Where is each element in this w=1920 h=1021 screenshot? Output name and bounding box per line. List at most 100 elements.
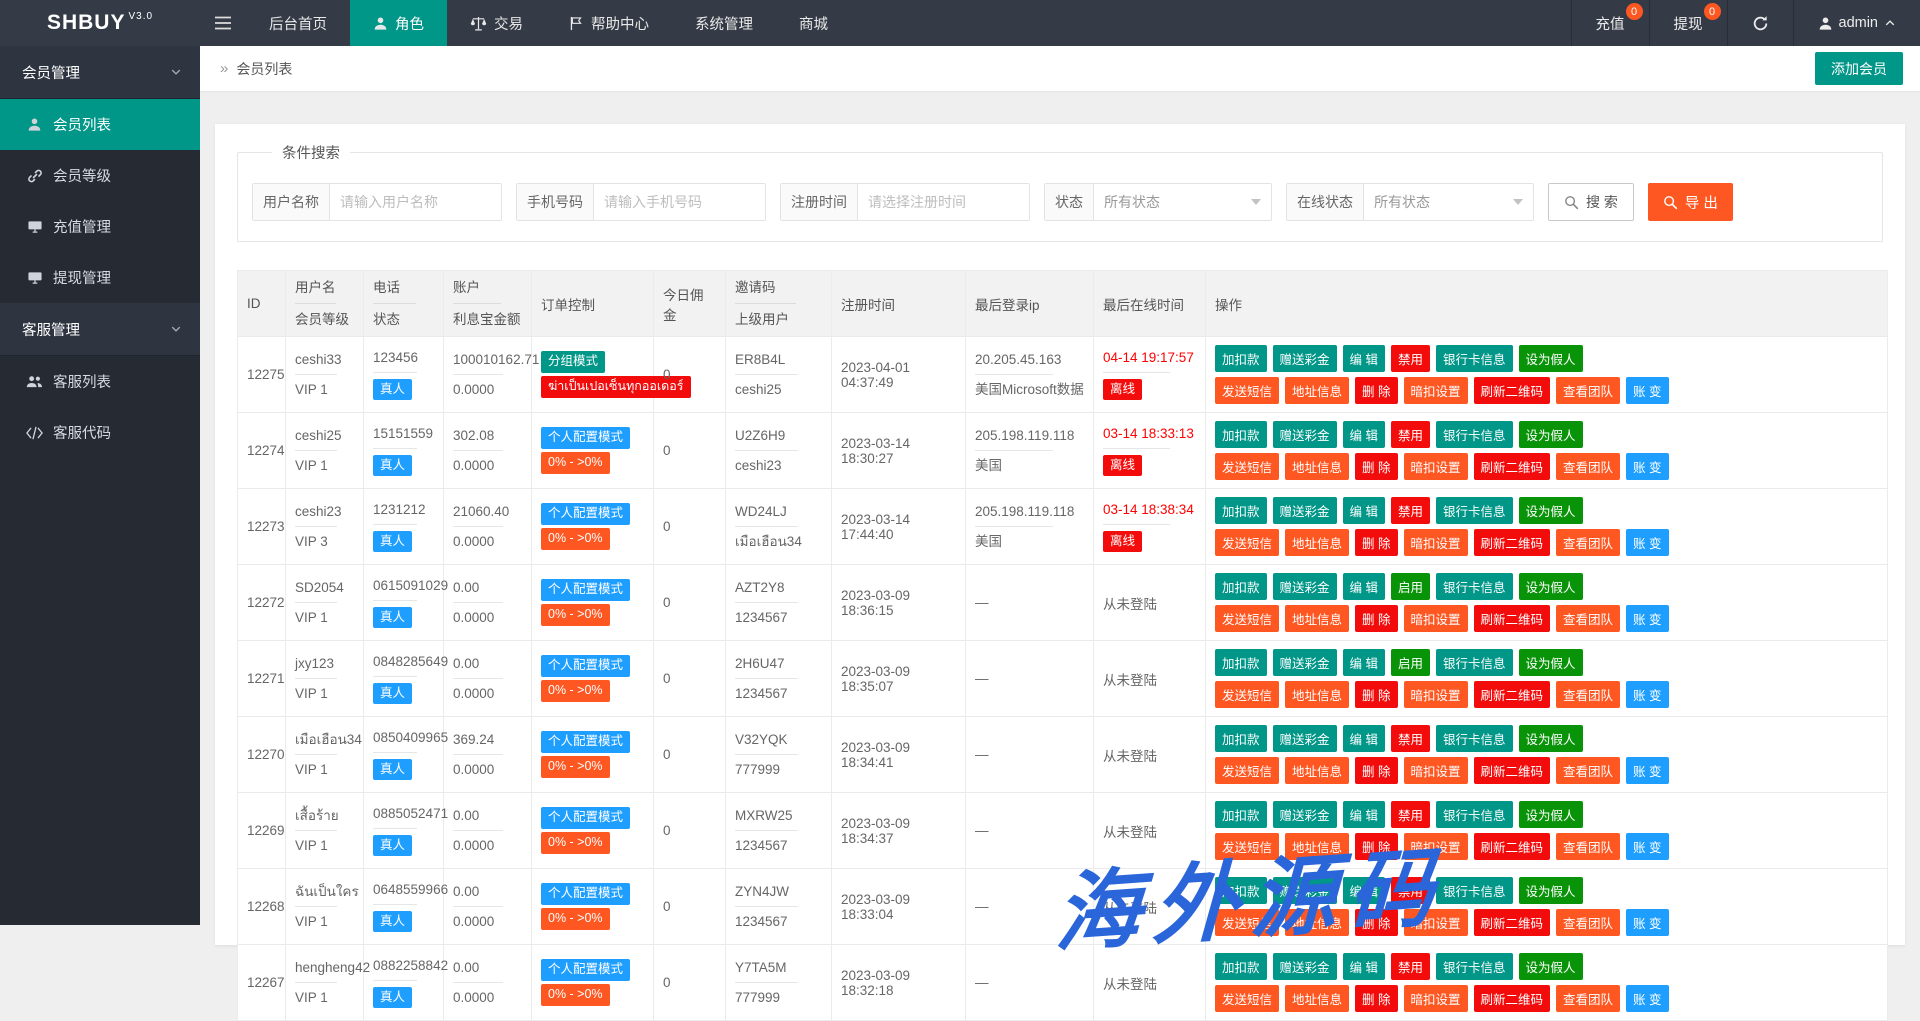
hidden-deduct-button[interactable]: 暗扣设置 bbox=[1404, 833, 1468, 860]
sidebar-item[interactable]: 充值管理 bbox=[0, 201, 200, 252]
refresh-qrcode-button[interactable]: 刷新二维码 bbox=[1474, 529, 1551, 556]
filter-input[interactable] bbox=[858, 184, 1029, 220]
add-deduct-button[interactable]: 加扣款 bbox=[1215, 877, 1267, 904]
address-info-button[interactable]: 地址信息 bbox=[1285, 605, 1349, 632]
account-change-button[interactable]: 账 变 bbox=[1626, 909, 1668, 936]
refresh-qrcode-button[interactable]: 刷新二维码 bbox=[1474, 833, 1551, 860]
gift-bonus-button[interactable]: 赠送彩金 bbox=[1273, 345, 1337, 372]
send-sms-button[interactable]: 发送短信 bbox=[1215, 529, 1279, 556]
nav-item-5[interactable]: 系统管理 bbox=[672, 0, 776, 46]
bank-card-button[interactable]: 银行卡信息 bbox=[1436, 801, 1513, 828]
enable-disable-button[interactable]: 启用 bbox=[1391, 573, 1430, 600]
add-deduct-button[interactable]: 加扣款 bbox=[1215, 801, 1267, 828]
hidden-deduct-button[interactable]: 暗扣设置 bbox=[1404, 909, 1468, 936]
hidden-deduct-button[interactable]: 暗扣设置 bbox=[1404, 605, 1468, 632]
refresh-qrcode-button[interactable]: 刷新二维码 bbox=[1474, 757, 1551, 784]
delete-button[interactable]: 删 除 bbox=[1355, 909, 1397, 936]
filter-input[interactable] bbox=[330, 184, 501, 220]
account-change-button[interactable]: 账 变 bbox=[1626, 681, 1668, 708]
bank-card-button[interactable]: 银行卡信息 bbox=[1436, 421, 1513, 448]
bank-card-button[interactable]: 银行卡信息 bbox=[1436, 649, 1513, 676]
view-team-button[interactable]: 查看团队 bbox=[1556, 909, 1620, 936]
gift-bonus-button[interactable]: 赠送彩金 bbox=[1273, 497, 1337, 524]
edit-button[interactable]: 编 辑 bbox=[1343, 497, 1385, 524]
send-sms-button[interactable]: 发送短信 bbox=[1215, 605, 1279, 632]
send-sms-button[interactable]: 发送短信 bbox=[1215, 833, 1279, 860]
bank-card-button[interactable]: 银行卡信息 bbox=[1436, 877, 1513, 904]
set-fake-button[interactable]: 设为假人 bbox=[1519, 725, 1583, 752]
enable-disable-button[interactable]: 禁用 bbox=[1391, 725, 1430, 752]
nav-item-2[interactable]: 角色 bbox=[350, 0, 447, 46]
address-info-button[interactable]: 地址信息 bbox=[1285, 757, 1349, 784]
send-sms-button[interactable]: 发送短信 bbox=[1215, 681, 1279, 708]
send-sms-button[interactable]: 发送短信 bbox=[1215, 377, 1279, 404]
set-fake-button[interactable]: 设为假人 bbox=[1519, 573, 1583, 600]
enable-disable-button[interactable]: 禁用 bbox=[1391, 801, 1430, 828]
gift-bonus-button[interactable]: 赠送彩金 bbox=[1273, 725, 1337, 752]
filter-select[interactable]: 所有状态 bbox=[1364, 184, 1533, 220]
bank-card-button[interactable]: 银行卡信息 bbox=[1436, 497, 1513, 524]
view-team-button[interactable]: 查看团队 bbox=[1556, 453, 1620, 480]
add-deduct-button[interactable]: 加扣款 bbox=[1215, 421, 1267, 448]
filter-select[interactable]: 所有状态 bbox=[1094, 184, 1271, 220]
view-team-button[interactable]: 查看团队 bbox=[1556, 757, 1620, 784]
hamburger-menu-icon[interactable] bbox=[200, 0, 246, 46]
edit-button[interactable]: 编 辑 bbox=[1343, 649, 1385, 676]
nav-item-4[interactable]: 帮助中心 bbox=[546, 0, 672, 46]
set-fake-button[interactable]: 设为假人 bbox=[1519, 345, 1583, 372]
enable-disable-button[interactable]: 禁用 bbox=[1391, 345, 1430, 372]
address-info-button[interactable]: 地址信息 bbox=[1285, 985, 1349, 1012]
hidden-deduct-button[interactable]: 暗扣设置 bbox=[1404, 529, 1468, 556]
hidden-deduct-button[interactable]: 暗扣设置 bbox=[1404, 681, 1468, 708]
bank-card-button[interactable]: 银行卡信息 bbox=[1436, 725, 1513, 752]
account-change-button[interactable]: 账 变 bbox=[1626, 833, 1668, 860]
delete-button[interactable]: 删 除 bbox=[1355, 985, 1397, 1012]
address-info-button[interactable]: 地址信息 bbox=[1285, 529, 1349, 556]
view-team-button[interactable]: 查看团队 bbox=[1556, 529, 1620, 556]
enable-disable-button[interactable]: 启用 bbox=[1391, 649, 1430, 676]
set-fake-button[interactable]: 设为假人 bbox=[1519, 953, 1583, 980]
enable-disable-button[interactable]: 禁用 bbox=[1391, 497, 1430, 524]
refresh-qrcode-button[interactable]: 刷新二维码 bbox=[1474, 985, 1551, 1012]
nav-item-3[interactable]: 交易 bbox=[447, 0, 546, 46]
gift-bonus-button[interactable]: 赠送彩金 bbox=[1273, 573, 1337, 600]
set-fake-button[interactable]: 设为假人 bbox=[1519, 421, 1583, 448]
enable-disable-button[interactable]: 禁用 bbox=[1391, 421, 1430, 448]
refresh-qrcode-button[interactable]: 刷新二维码 bbox=[1474, 453, 1551, 480]
add-member-button[interactable]: 添加会员 bbox=[1815, 52, 1903, 85]
set-fake-button[interactable]: 设为假人 bbox=[1519, 497, 1583, 524]
delete-button[interactable]: 删 除 bbox=[1355, 833, 1397, 860]
send-sms-button[interactable]: 发送短信 bbox=[1215, 909, 1279, 936]
edit-button[interactable]: 编 辑 bbox=[1343, 953, 1385, 980]
refresh-qrcode-button[interactable]: 刷新二维码 bbox=[1474, 909, 1551, 936]
address-info-button[interactable]: 地址信息 bbox=[1285, 377, 1349, 404]
refresh-qrcode-button[interactable]: 刷新二维码 bbox=[1474, 681, 1551, 708]
address-info-button[interactable]: 地址信息 bbox=[1285, 909, 1349, 936]
delete-button[interactable]: 删 除 bbox=[1355, 377, 1397, 404]
send-sms-button[interactable]: 发送短信 bbox=[1215, 985, 1279, 1012]
refresh-qrcode-button[interactable]: 刷新二维码 bbox=[1474, 377, 1551, 404]
set-fake-button[interactable]: 设为假人 bbox=[1519, 877, 1583, 904]
address-info-button[interactable]: 地址信息 bbox=[1285, 681, 1349, 708]
add-deduct-button[interactable]: 加扣款 bbox=[1215, 497, 1267, 524]
add-deduct-button[interactable]: 加扣款 bbox=[1215, 649, 1267, 676]
edit-button[interactable]: 编 辑 bbox=[1343, 801, 1385, 828]
account-change-button[interactable]: 账 变 bbox=[1626, 453, 1668, 480]
hidden-deduct-button[interactable]: 暗扣设置 bbox=[1404, 377, 1468, 404]
account-change-button[interactable]: 账 变 bbox=[1626, 757, 1668, 784]
view-team-button[interactable]: 查看团队 bbox=[1556, 681, 1620, 708]
edit-button[interactable]: 编 辑 bbox=[1343, 345, 1385, 372]
search-button[interactable]: 搜 索 bbox=[1548, 183, 1634, 221]
admin-user-menu[interactable]: admin bbox=[1793, 0, 1920, 46]
filter-input[interactable] bbox=[594, 184, 765, 220]
add-deduct-button[interactable]: 加扣款 bbox=[1215, 573, 1267, 600]
account-change-button[interactable]: 账 变 bbox=[1626, 377, 1668, 404]
delete-button[interactable]: 删 除 bbox=[1355, 605, 1397, 632]
gift-bonus-button[interactable]: 赠送彩金 bbox=[1273, 953, 1337, 980]
bank-card-button[interactable]: 银行卡信息 bbox=[1436, 953, 1513, 980]
account-change-button[interactable]: 账 变 bbox=[1626, 529, 1668, 556]
edit-button[interactable]: 编 辑 bbox=[1343, 725, 1385, 752]
sidebar-item[interactable]: 会员列表 bbox=[0, 99, 200, 150]
send-sms-button[interactable]: 发送短信 bbox=[1215, 453, 1279, 480]
sidebar-item[interactable]: 客服列表 bbox=[0, 356, 200, 407]
